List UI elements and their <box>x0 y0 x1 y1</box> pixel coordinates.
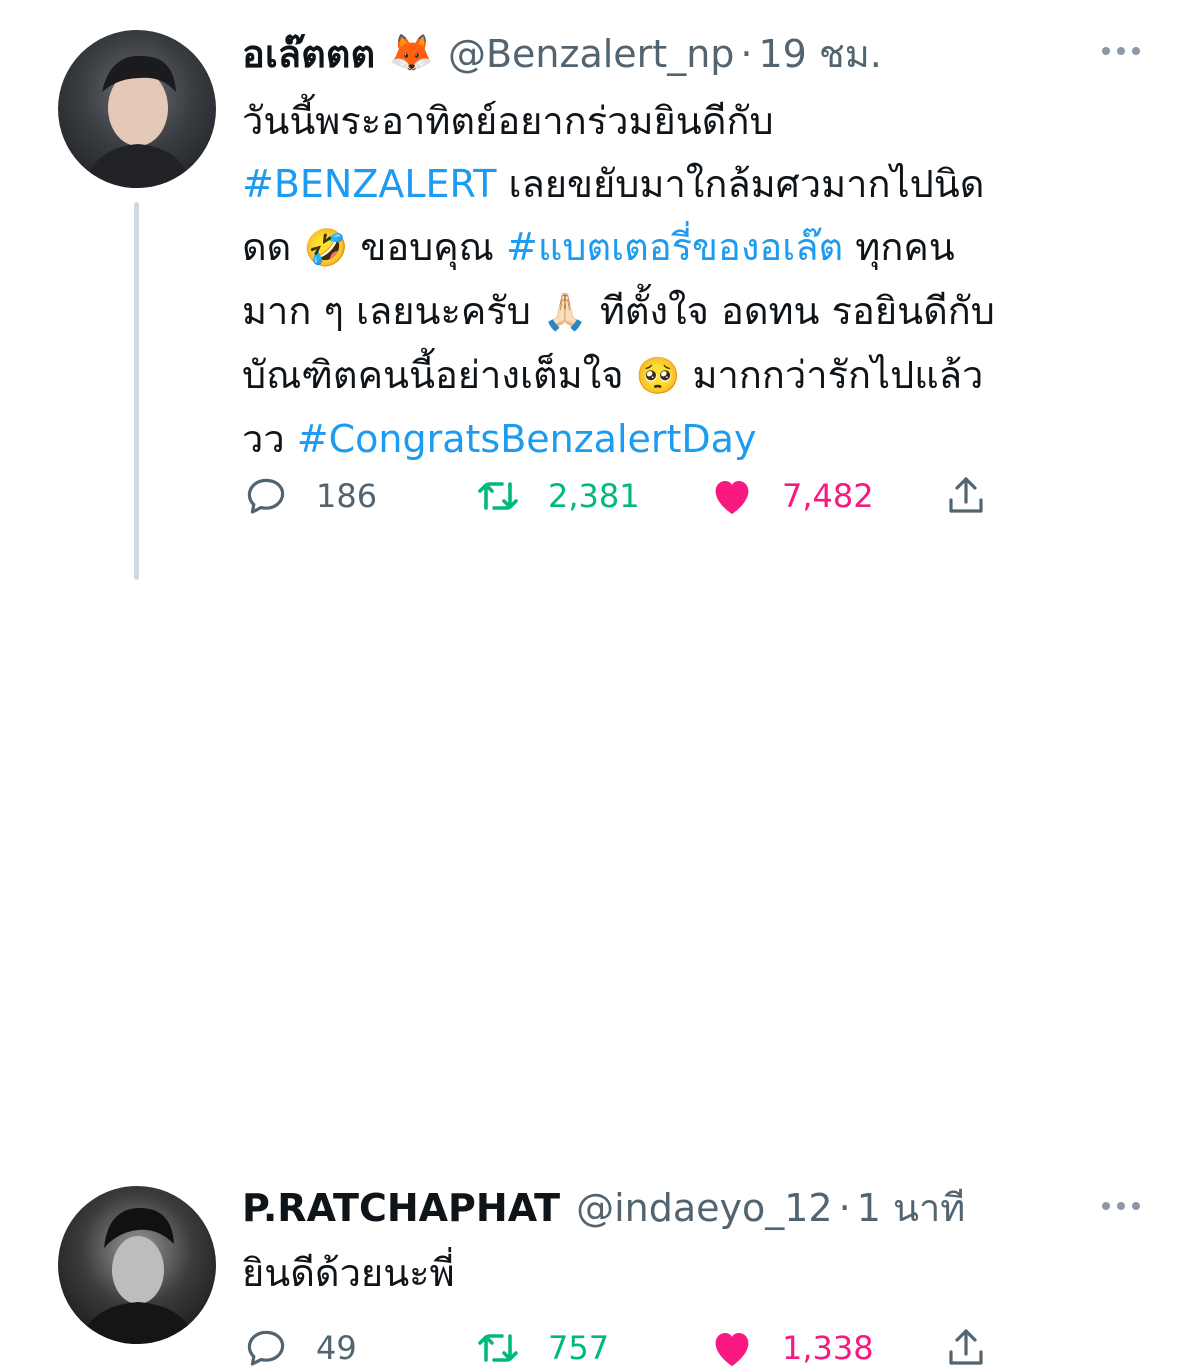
display-name[interactable]: อเล๊ตตต <box>242 30 375 78</box>
username[interactable]: @Benzalert_np <box>448 30 734 78</box>
tweet-text: วันนี้พระอาทิตย์อยากร่วมยินดีกับ #BENZAL… <box>242 90 1142 471</box>
text-segment: วันนี้พระอาทิตย์อยากร่วมยินดีกับ <box>242 99 774 143</box>
heart-icon <box>715 481 749 514</box>
avatar[interactable] <box>58 30 216 188</box>
like-count: 7,482 <box>782 477 874 515</box>
action-bar: 49 757 1,338 <box>242 1324 1002 1372</box>
like-button[interactable]: 7,482 <box>708 472 874 520</box>
heart-icon <box>715 1333 749 1366</box>
tweet-header: P.RATCHAPHAT @indaeyo_12 · 1 นาที <box>242 1184 965 1232</box>
share-button[interactable] <box>942 1324 990 1372</box>
retweet-icon <box>478 482 518 510</box>
text-segment: ขอบคุณ <box>348 225 507 269</box>
text-segment: ยินดีด้วยนะพี่ <box>242 1251 455 1295</box>
separator: · <box>740 32 753 76</box>
retweet-button[interactable]: 2,381 <box>474 472 640 520</box>
hashtag-link[interactable]: #แบตเตอรี่ของอเล๊ต <box>506 225 843 269</box>
hashtag-link[interactable]: #BENZALERT <box>242 162 496 206</box>
share-button[interactable] <box>942 472 990 520</box>
text-segment: ทีตั้งใจ อดทน รอยินดีกับ <box>587 289 995 333</box>
like-button[interactable]: 1,338 <box>708 1324 874 1372</box>
laughing-emoji: 🤣 <box>303 228 349 269</box>
reply-count: 49 <box>316 1329 357 1367</box>
retweet-count: 757 <box>548 1329 610 1367</box>
timestamp[interactable]: 19 ชม. <box>759 30 882 78</box>
like-count: 1,338 <box>782 1329 874 1367</box>
retweet-icon <box>478 1334 518 1362</box>
retweet-button[interactable]: 757 <box>474 1324 609 1372</box>
text-segment: วว <box>242 417 297 461</box>
separator: · <box>838 1186 851 1230</box>
hashtag-link[interactable]: #CongratsBenzalertDay <box>297 417 757 461</box>
reply-icon <box>247 1330 285 1366</box>
tweet: อเล๊ตตต 🦊 @Benzalert_np · 19 ชม. วันนี้พ… <box>0 0 1200 590</box>
text-segment: มากกว่ารักไปแล้ว <box>680 353 984 397</box>
fox-emoji: 🦊 <box>389 33 434 74</box>
text-segment: ทุกคน <box>843 225 955 269</box>
tweet-text: ยินดีด้วยนะพี่ <box>242 1242 1142 1305</box>
text-segment: เลยขยับมาใกล้มศวมากไปนิด <box>496 162 985 206</box>
share-icon <box>949 1329 983 1365</box>
username[interactable]: @indaeyo_12 <box>576 1184 833 1232</box>
timestamp[interactable]: 1 นาที <box>857 1184 966 1232</box>
text-segment: บัณฑิตคนนี้อย่างเต็มใจ <box>242 353 636 397</box>
action-bar: 186 2,381 7,482 <box>242 472 1002 520</box>
reply-icon <box>247 478 285 514</box>
praying-hands-emoji: 🙏🏻 <box>542 292 588 333</box>
avatar[interactable] <box>58 1186 216 1344</box>
reply-button[interactable]: 186 <box>242 472 377 520</box>
tweet-header: อเล๊ตตต 🦊 @Benzalert_np · 19 ชม. <box>242 30 882 78</box>
thread-line <box>134 202 139 580</box>
share-icon <box>949 477 983 513</box>
text-segment: ดด <box>242 225 304 269</box>
pleading-face-emoji: 🥺 <box>635 356 681 397</box>
more-icon[interactable] <box>1102 1202 1140 1210</box>
reply-button[interactable]: 49 <box>242 1324 357 1372</box>
retweet-count: 2,381 <box>548 477 640 515</box>
reply-count: 186 <box>316 477 378 515</box>
tweet: P.RATCHAPHAT @indaeyo_12 · 1 นาที ยินดีด… <box>0 590 1200 1367</box>
display-name[interactable]: P.RATCHAPHAT <box>242 1184 560 1232</box>
more-icon[interactable] <box>1102 47 1140 55</box>
text-segment: มาก ๆ เลยนะครับ <box>242 289 543 333</box>
